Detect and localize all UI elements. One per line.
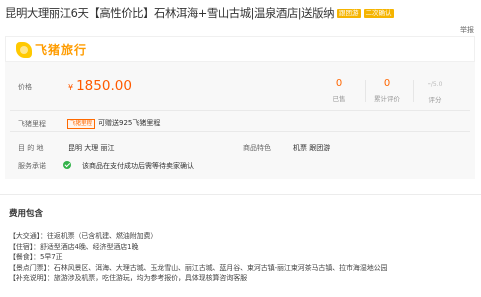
currency-symbol: ¥ — [68, 83, 74, 92]
tag-confirm: 二次确认 — [363, 8, 394, 18]
points-label: 飞猪里程 — [18, 120, 46, 128]
fees-list: 【大交通】：往返机票（已含机建、燃油附加费） 【住宿】：舒适型酒店4晚、经济型酒… — [9, 231, 388, 284]
stat-divider — [365, 80, 366, 102]
destination-label: 目 的 地 — [18, 144, 44, 152]
service-value: 该商品在支付成功后需等待卖家确认 — [82, 162, 194, 170]
brand-bar: 飞猪旅行 — [5, 36, 475, 62]
price-label: 价格 — [18, 83, 32, 91]
stat-rating: -/5.0 评分 — [415, 78, 455, 104]
fee-item: 【补充说明】：旅游涉及机票，吃住游玩，均为参考报价，具体现核算咨询客服 — [9, 274, 247, 283]
features-value: 机票 跟团游 — [293, 144, 331, 152]
fee-item: 【景点门票】：石林风景区、洱海、大理古城、玉龙雪山、丽江古城、蓝月谷、束河古镇-… — [9, 263, 388, 272]
review-count: 0 — [383, 78, 391, 89]
service-label: 服务承诺 — [18, 162, 46, 170]
features-label: 商品特色 — [243, 144, 271, 152]
review-label: 累计评价 — [374, 95, 400, 103]
product-summary-card: 飞猪旅行 价格 ¥ 1850.00 0 已售 0 累计评价 -/5.0 评分 飞… — [5, 36, 475, 179]
fliggy-logo[interactable]: 飞猪旅行 — [16, 41, 87, 58]
row-divider — [10, 110, 470, 111]
points-badge: 飞猪里程 — [67, 119, 96, 129]
check-circle-icon — [63, 161, 71, 169]
price-value: 1850.00 — [76, 78, 132, 94]
product-title: 昆明大理丽江6天【高性价比】石林洱海+雪山古城|温泉酒店|送版纳 — [5, 6, 335, 20]
fee-item: 【餐食】：5早7正 — [9, 253, 63, 262]
fliggy-logo-icon — [16, 41, 32, 58]
fee-item: 【大交通】：往返机票（已含机建、燃油附加费） — [9, 232, 158, 240]
section-divider — [0, 194, 481, 195]
fee-item: 【住宿】：舒适型酒店4晚、经济型酒店1晚 — [9, 242, 139, 251]
stat-divider — [413, 80, 414, 102]
rating-value: -/5.0 — [427, 79, 443, 89]
rating-label: 评分 — [428, 96, 442, 104]
sold-count: 0 — [335, 78, 343, 89]
report-link[interactable]: 举报 — [460, 25, 474, 35]
destination-value: 昆明 大理 丽江 — [68, 144, 115, 152]
sold-label: 已售 — [332, 95, 346, 103]
product-title-row: 昆明大理丽江6天【高性价比】石林洱海+雪山古城|温泉酒店|送版纳 跟团游 二次确… — [5, 5, 475, 21]
tag-tour-type: 跟团游 — [337, 8, 361, 18]
row-divider — [10, 131, 470, 132]
points-text: 可赠送925飞猪里程 — [98, 119, 161, 127]
price-display: ¥ 1850.00 — [68, 78, 132, 94]
fees-section-title: 费用包含 — [9, 209, 44, 219]
brand-name: 飞猪旅行 — [35, 43, 88, 57]
stat-sold: 0 已售 — [319, 78, 359, 103]
stat-reviews[interactable]: 0 累计评价 — [367, 78, 407, 103]
